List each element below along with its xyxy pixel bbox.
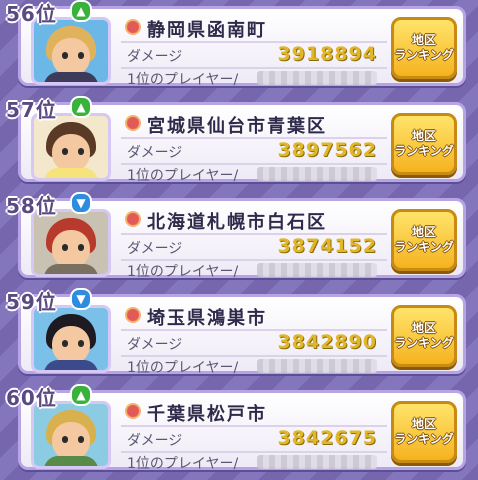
button-label-line1: 地区: [411, 225, 436, 239]
region-row: 静岡県函南町: [121, 15, 387, 43]
ranking-row: 北海道札幌市白石区 ダメージ 3874152 1位のプレイヤー/ 地区 ランキン…: [0, 192, 478, 282]
damage-row: ダメージ 3897562: [121, 139, 387, 165]
top-player-name-blurred: [257, 263, 377, 277]
player-avatar: [31, 209, 111, 277]
damage-value: 3918894: [277, 43, 377, 65]
damage-value: 3874152: [277, 235, 377, 257]
region-name: 静岡県函南町: [147, 20, 267, 41]
button-label-line1: 地区: [411, 129, 436, 143]
damage-row: ダメージ 3918894: [121, 43, 387, 69]
region-ranking-button[interactable]: 地区 ランキング: [391, 17, 457, 79]
damage-value: 3842890: [277, 331, 377, 353]
player-avatar: [31, 17, 111, 85]
top-player-name-blurred: [257, 167, 377, 181]
medal-icon: [125, 403, 141, 419]
medal-icon: [125, 19, 141, 35]
ranking-list: 静岡県函南町 ダメージ 3918894 1位のプレイヤー/ 地区 ランキング 5…: [0, 0, 478, 480]
player-avatar: [31, 305, 111, 373]
top-player-row: 1位のプレイヤー/: [121, 357, 387, 377]
region-ranking-button[interactable]: 地区 ランキング: [391, 401, 457, 463]
medal-icon: [125, 115, 141, 131]
region-name: 宮城県仙台市青葉区: [147, 116, 327, 137]
top-player-label: 1位のプレイヤー/: [127, 72, 239, 88]
region-row: 宮城県仙台市青葉区: [121, 111, 387, 139]
arrow-up-icon: ▲: [70, 0, 92, 22]
top-player-row: 1位のプレイヤー/: [121, 453, 387, 473]
top-player-row: 1位のプレイヤー/: [121, 261, 387, 281]
damage-label: ダメージ: [127, 49, 183, 65]
top-player-name-blurred: [257, 455, 377, 469]
region-name: 埼玉県鴻巣市: [147, 308, 267, 329]
region-name: 北海道札幌市白石区: [147, 212, 327, 233]
button-label-line1: 地区: [411, 33, 436, 47]
button-label-line2: ランキング: [394, 48, 454, 62]
top-player-name-blurred: [257, 71, 377, 85]
region-row: 千葉県松戸市: [121, 399, 387, 427]
damage-label: ダメージ: [127, 145, 183, 161]
ranking-row: 宮城県仙台市青葉区 ダメージ 3897562 1位のプレイヤー/ 地区 ランキン…: [0, 96, 478, 186]
rank-number: 57位: [6, 98, 57, 122]
region-ranking-button[interactable]: 地区 ランキング: [391, 209, 457, 271]
top-player-name-blurred: [257, 359, 377, 373]
damage-value: 3897562: [277, 139, 377, 161]
region-ranking-button[interactable]: 地区 ランキング: [391, 305, 457, 367]
damage-row: ダメージ 3874152: [121, 235, 387, 261]
region-row: 北海道札幌市白石区: [121, 207, 387, 235]
rank-number: 59位: [6, 290, 57, 314]
arrow-up-icon: ▲: [70, 384, 92, 406]
rank-number: 60位: [6, 386, 57, 410]
button-label-line1: 地区: [411, 417, 436, 431]
top-player-row: 1位のプレイヤー/: [121, 69, 387, 89]
button-label-line2: ランキング: [394, 240, 454, 254]
player-avatar: [31, 113, 111, 181]
damage-row: ダメージ 3842890: [121, 331, 387, 357]
player-avatar: [31, 401, 111, 469]
ranking-row: 千葉県松戸市 ダメージ 3842675 1位のプレイヤー/ 地区 ランキング 6…: [0, 384, 478, 474]
damage-row: ダメージ 3842675: [121, 427, 387, 453]
region-name: 千葉県松戸市: [147, 404, 267, 425]
top-player-label: 1位のプレイヤー/: [127, 456, 239, 472]
ranking-row: 静岡県函南町 ダメージ 3918894 1位のプレイヤー/ 地区 ランキング 5…: [0, 0, 478, 90]
damage-label: ダメージ: [127, 337, 183, 353]
button-label-line2: ランキング: [394, 144, 454, 158]
top-player-row: 1位のプレイヤー/: [121, 165, 387, 185]
damage-label: ダメージ: [127, 241, 183, 257]
button-label-line1: 地区: [411, 321, 436, 335]
rank-number: 58位: [6, 194, 57, 218]
top-player-label: 1位のプレイヤー/: [127, 168, 239, 184]
medal-icon: [125, 211, 141, 227]
top-player-label: 1位のプレイヤー/: [127, 264, 239, 280]
medal-icon: [125, 307, 141, 323]
arrow-down-icon: ▼: [70, 288, 92, 310]
button-label-line2: ランキング: [394, 336, 454, 350]
button-label-line2: ランキング: [394, 432, 454, 446]
arrow-down-icon: ▼: [70, 192, 92, 214]
region-row: 埼玉県鴻巣市: [121, 303, 387, 331]
damage-value: 3842675: [277, 427, 377, 449]
ranking-row: 埼玉県鴻巣市 ダメージ 3842890 1位のプレイヤー/ 地区 ランキング 5…: [0, 288, 478, 378]
damage-label: ダメージ: [127, 433, 183, 449]
top-player-label: 1位のプレイヤー/: [127, 360, 239, 376]
rank-number: 56位: [6, 2, 57, 26]
arrow-up-icon: ▲: [70, 96, 92, 118]
region-ranking-button[interactable]: 地区 ランキング: [391, 113, 457, 175]
